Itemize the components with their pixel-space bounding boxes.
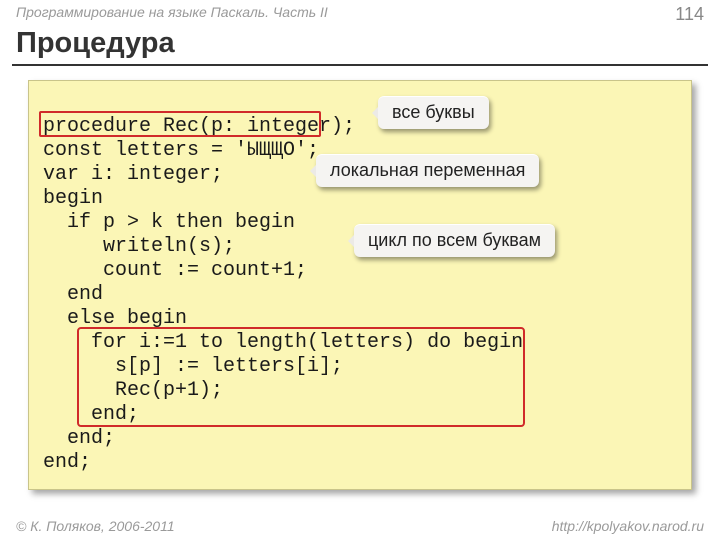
- code-line: end;: [43, 427, 115, 450]
- code-line: count := count+1;: [43, 259, 307, 282]
- code-line: for i:=1 to length(letters) do begin: [43, 331, 523, 354]
- slide-footer: © К. Поляков, 2006-2011 http://kpolyakov…: [16, 518, 704, 534]
- footer-url: http://kpolyakov.narod.ru: [552, 518, 704, 534]
- course-title: Программирование на языке Паскаль. Часть…: [16, 4, 328, 25]
- code-line: if p > k then begin: [43, 211, 295, 234]
- copyright-text: © К. Поляков, 2006-2011: [16, 518, 175, 534]
- code-line: end;: [43, 403, 139, 426]
- callout-loop-all-letters: цикл по всем буквам: [354, 224, 555, 257]
- code-line: const letters = 'ЫЩЩО';: [43, 139, 319, 162]
- code-line: begin: [43, 187, 103, 210]
- page-title: Процедура: [0, 25, 720, 64]
- code-line: Rec(p+1);: [43, 379, 223, 402]
- code-line: end;: [43, 451, 91, 474]
- code-block: procedure Rec(p: integer); const letters…: [28, 80, 692, 490]
- code-content: procedure Rec(p: integer); const letters…: [43, 91, 677, 475]
- callout-all-letters: все буквы: [378, 96, 489, 129]
- page-number: 114: [675, 4, 704, 25]
- code-line: s[p] := letters[i];: [43, 355, 343, 378]
- code-line: else begin: [43, 307, 187, 330]
- callout-label: все буквы: [392, 102, 475, 122]
- code-line: var i: integer;: [43, 163, 223, 186]
- title-divider: [12, 64, 708, 66]
- callout-label: локальная переменная: [330, 160, 525, 180]
- callout-label: цикл по всем буквам: [368, 230, 541, 250]
- slide-header: Программирование на языке Паскаль. Часть…: [0, 0, 720, 25]
- code-line: end: [43, 283, 103, 306]
- code-line: writeln(s);: [43, 235, 235, 258]
- callout-local-variable: локальная переменная: [316, 154, 539, 187]
- code-line: procedure Rec(p: integer);: [43, 115, 355, 138]
